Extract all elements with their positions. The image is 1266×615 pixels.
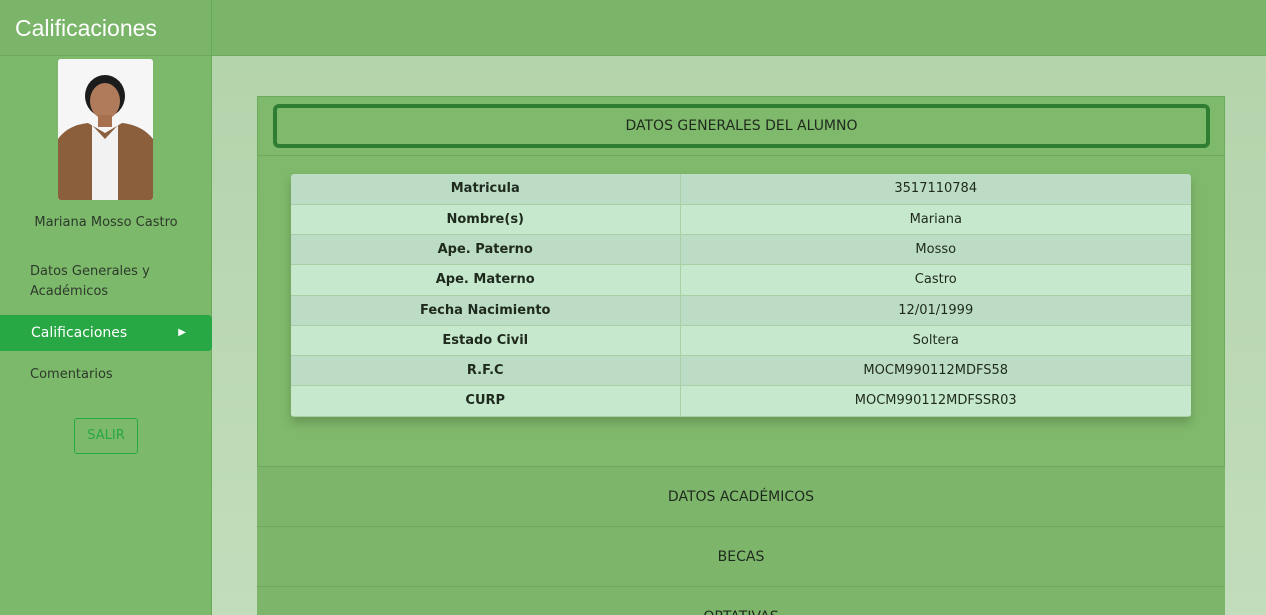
student-photo: [58, 59, 153, 200]
sidebar-item-label: Calificaciones: [31, 325, 128, 341]
section-optativas[interactable]: OPTATIVAS: [257, 586, 1225, 615]
sidebar-item-datos-generales[interactable]: Datos Generales y Académicos: [0, 262, 212, 302]
row-value: 3517110784: [680, 174, 1191, 205]
card-divider: [257, 155, 1225, 156]
row-value: Castro: [680, 264, 1191, 296]
avatar: [58, 59, 153, 200]
row-value: 12/01/1999: [680, 295, 1191, 326]
row-value: MOCM990112MDFS58: [680, 355, 1191, 387]
row-label: Estado Civil: [291, 325, 681, 357]
row-value: MOCM990112MDFSSR03: [680, 385, 1191, 417]
section-becas[interactable]: BECAS: [257, 526, 1225, 586]
table-row: Ape. Materno Castro: [291, 264, 1191, 296]
table-row: Estado Civil Soltera: [291, 325, 1191, 357]
row-label: Ape. Paterno: [291, 234, 681, 266]
section-datos-academicos[interactable]: DATOS ACADÉMICOS: [257, 466, 1225, 526]
table-row: Ape. Paterno Mosso: [291, 234, 1191, 266]
chevron-right-icon: ▶: [178, 327, 186, 338]
section-title-general[interactable]: DATOS GENERALES DEL ALUMNO: [273, 104, 1210, 148]
row-label: R.F.C: [291, 355, 681, 387]
table-row: Nombre(s) Mariana: [291, 204, 1191, 236]
general-data-table: Matricula 3517110784 Nombre(s) Mariana A…: [291, 174, 1191, 417]
table-row: Fecha Nacimiento 12/01/1999: [291, 295, 1191, 326]
sidebar: Calificaciones Mariana Mosso Castro Dato…: [0, 0, 212, 615]
sidebar-item-comentarios[interactable]: Comentarios: [0, 365, 212, 385]
row-label: Fecha Nacimiento: [291, 295, 681, 326]
row-label: CURP: [291, 385, 681, 417]
row-value: Mariana: [680, 204, 1191, 236]
table-row: Matricula 3517110784: [291, 174, 1191, 205]
student-name: Mariana Mosso Castro: [34, 215, 178, 230]
logout-button[interactable]: SALIR: [74, 418, 138, 454]
table-row: R.F.C MOCM990112MDFS58: [291, 355, 1191, 387]
app-title: Calificaciones: [0, 0, 211, 56]
row-value: Mosso: [680, 234, 1191, 266]
row-label: Nombre(s): [291, 204, 681, 236]
sidebar-item-calificaciones[interactable]: Calificaciones ▶: [0, 315, 212, 351]
row-label: Matricula: [291, 174, 681, 205]
row-label: Ape. Materno: [291, 264, 681, 296]
top-bar: [212, 0, 1266, 56]
table-row: CURP MOCM990112MDFSSR03: [291, 385, 1191, 417]
row-value: Soltera: [680, 325, 1191, 357]
